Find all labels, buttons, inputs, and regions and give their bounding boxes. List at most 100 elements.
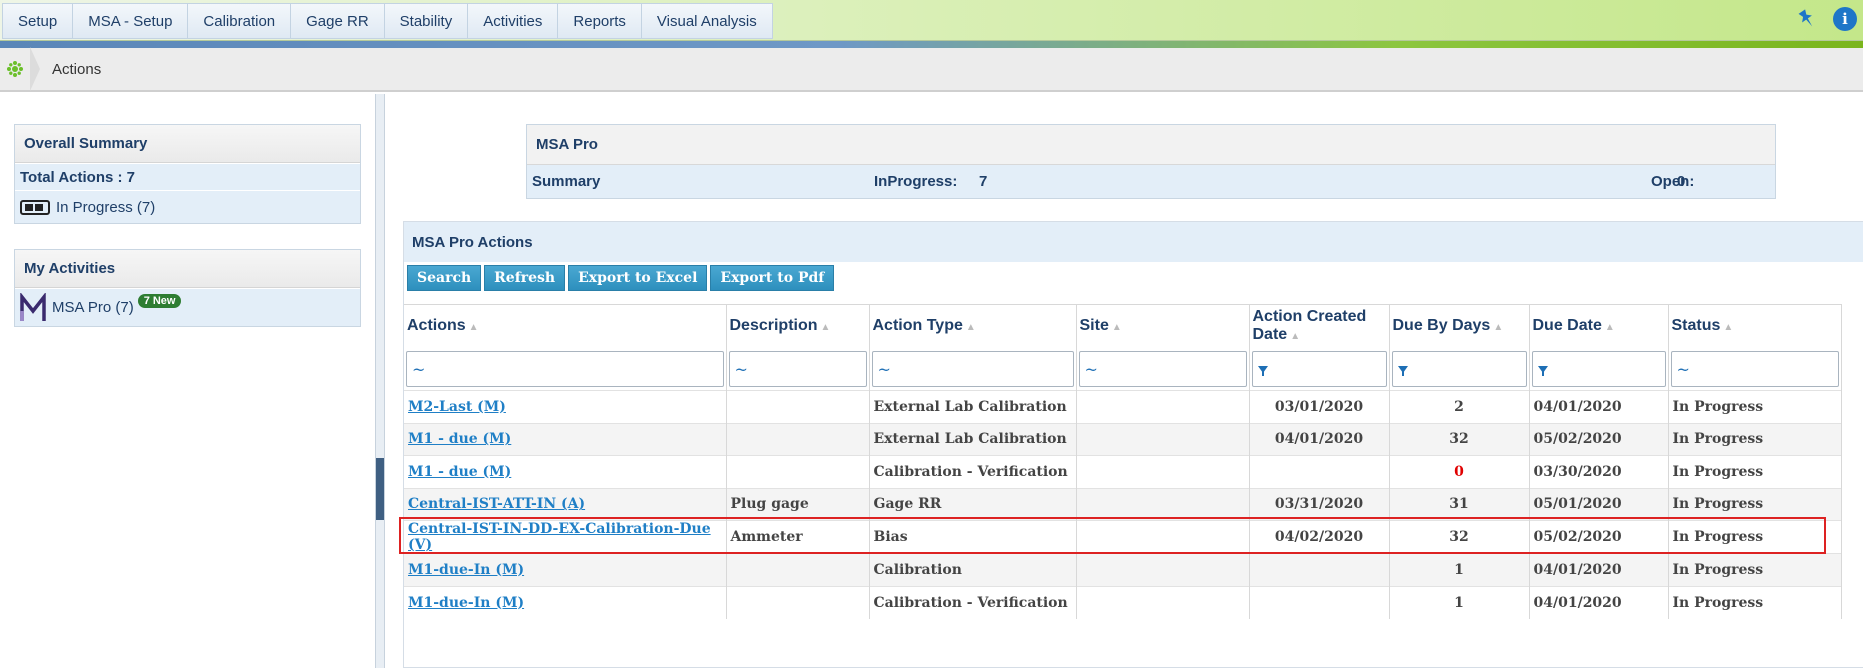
- cell-status: In Progress: [1668, 455, 1842, 488]
- filter-actions-input[interactable]: ~: [406, 351, 724, 388]
- tab-activities[interactable]: Activities: [468, 3, 559, 39]
- export-excel-button[interactable]: Export to Excel: [568, 265, 708, 291]
- filter-action-type-input[interactable]: ~: [871, 351, 1074, 388]
- filter-funnel-icon[interactable]: [1537, 365, 1548, 376]
- tab-setup[interactable]: Setup: [2, 3, 74, 39]
- table-row[interactable]: M1 - due (M) External Lab Calibration 04/0…: [404, 422, 1842, 456]
- col-description[interactable]: Description ▲: [726, 304, 870, 349]
- breadcrumb: Actions: [0, 47, 1863, 92]
- cell-status: In Progress: [1668, 585, 1842, 619]
- table-row[interactable]: M1-due-In (M) Calibration 1 04/01/2020 In Pr…: [404, 553, 1842, 586]
- table-row[interactable]: Central-IST-IN-DD-EX-Calibration-Due (V)…: [404, 520, 1842, 554]
- tab-reports[interactable]: Reports: [558, 3, 642, 39]
- header-stripe: [0, 41, 1863, 48]
- refresh-button[interactable]: Refresh: [484, 265, 566, 291]
- info-icon[interactable]: i: [1833, 7, 1857, 31]
- filter-site-input[interactable]: ~: [1078, 351, 1247, 388]
- sort-icon: ▲: [468, 321, 479, 333]
- filter-due-by-days-input[interactable]: [1391, 351, 1527, 388]
- search-button[interactable]: Search: [407, 265, 482, 291]
- action-link[interactable]: M1 - due (M): [408, 431, 511, 447]
- breadcrumb-separator: [30, 47, 40, 91]
- main-tabs: Setup MSA - Setup Calibration Gage RR St…: [2, 3, 773, 39]
- cell-action[interactable]: M1 - due (M): [404, 422, 727, 456]
- col-status[interactable]: Status ▲: [1668, 304, 1842, 349]
- cell-action[interactable]: M1-due-In (M): [404, 585, 727, 619]
- cell-site: [1076, 455, 1250, 488]
- col-actions[interactable]: Actions ▲: [404, 304, 727, 349]
- breadcrumb-current: Actions: [52, 60, 102, 78]
- action-link[interactable]: Central-IST-ATT-IN (A): [408, 496, 585, 512]
- sort-icon: ▲: [1604, 321, 1615, 333]
- action-link[interactable]: Central-IST-IN-DD-EX-Calibration-Due (V): [408, 521, 711, 553]
- table-row[interactable]: M1-due-In (M) Calibration - Verification 1…: [404, 585, 1842, 619]
- cell-action[interactable]: Central-IST-IN-DD-EX-Calibration-Due (V): [404, 520, 727, 554]
- left-pane: Overall Summary Total Actions : 7 In Pro…: [0, 94, 375, 668]
- top-nav-bar: Setup MSA - Setup Calibration Gage RR St…: [0, 0, 1863, 41]
- table-row[interactable]: M2-Last (M) External Lab Calibration 03/01…: [404, 390, 1842, 423]
- cell-action-type: Calibration - Verification: [869, 585, 1077, 619]
- col-due-date[interactable]: Due Date ▲: [1529, 304, 1669, 349]
- tab-gage-rr[interactable]: Gage RR: [291, 3, 385, 39]
- pin-icon[interactable]: [1795, 7, 1819, 31]
- sort-icon: ▲: [1290, 330, 1301, 342]
- col-due-by-days[interactable]: Due By Days ▲: [1389, 304, 1530, 349]
- cell-action[interactable]: Central-IST-ATT-IN (A): [404, 487, 727, 521]
- cell-action[interactable]: M2-Last (M): [404, 390, 727, 423]
- cell-action-type: External Lab Calibration: [869, 422, 1077, 456]
- cell-site: [1076, 487, 1250, 521]
- msa-pro-logo-icon: [20, 292, 46, 321]
- cell-due-date: 04/01/2020: [1529, 585, 1669, 619]
- filter-created-date-input[interactable]: [1251, 351, 1387, 388]
- tab-stability[interactable]: Stability: [384, 3, 469, 39]
- tab-msa-setup[interactable]: MSA - Setup: [73, 3, 189, 39]
- filter-funnel-icon[interactable]: [1257, 365, 1268, 376]
- cell-status: In Progress: [1668, 422, 1842, 456]
- col-action-type[interactable]: Action Type ▲: [869, 304, 1077, 349]
- home-icon[interactable]: [0, 47, 30, 91]
- sort-icon: ▲: [1493, 321, 1504, 333]
- actions-panel: MSA Pro Actions Search Refresh Export to…: [403, 221, 1863, 668]
- actions-toolbar: Search Refresh Export to Excel Export to…: [407, 265, 835, 291]
- filter-funnel-icon[interactable]: [1397, 365, 1408, 376]
- cell-description: [726, 553, 870, 586]
- summary-label: Summary: [532, 173, 601, 190]
- cell-site: [1076, 553, 1250, 586]
- cell-status: In Progress: [1668, 553, 1842, 586]
- total-actions: Total Actions : 7: [15, 163, 360, 190]
- cell-description: [726, 390, 870, 423]
- filter-due-date-input[interactable]: [1531, 351, 1666, 388]
- export-pdf-button[interactable]: Export to Pdf: [710, 265, 835, 291]
- in-progress-row[interactable]: In Progress (7): [15, 190, 360, 223]
- filter-status-input[interactable]: ~: [1670, 351, 1839, 388]
- cell-created-date: [1249, 455, 1390, 488]
- summary-row: Summary InProgress: 7 Open: 0: [527, 165, 1775, 198]
- msa-pro-activity[interactable]: MSA Pro (7) 7 New: [15, 288, 360, 326]
- sort-icon: ▲: [965, 321, 976, 333]
- cell-action[interactable]: M1-due-In (M): [404, 553, 727, 586]
- filter-description-input[interactable]: ~: [728, 351, 867, 388]
- action-link[interactable]: M1-due-In (M): [408, 562, 524, 578]
- cell-action[interactable]: M1 - due (M): [404, 455, 727, 488]
- cell-due-date: 05/01/2020: [1529, 487, 1669, 521]
- cell-action-type: Bias: [869, 520, 1077, 554]
- tab-calibration[interactable]: Calibration: [188, 3, 292, 39]
- action-link[interactable]: M1-due-In (M): [408, 595, 524, 611]
- pane-splitter[interactable]: [375, 94, 385, 668]
- inprogress-label: InProgress:: [874, 173, 958, 190]
- action-link[interactable]: M2-Last (M): [408, 399, 506, 415]
- cell-due-by-days: 1: [1389, 553, 1530, 586]
- action-link[interactable]: M1 - due (M): [408, 464, 511, 480]
- splitter-grip[interactable]: [376, 458, 384, 520]
- cell-created-date: 04/02/2020: [1249, 520, 1390, 554]
- tab-visual-analysis[interactable]: Visual Analysis: [641, 3, 773, 39]
- my-activities-title: My Activities: [15, 250, 360, 288]
- cell-due-by-days: 32: [1389, 422, 1530, 456]
- col-site[interactable]: Site ▲: [1076, 304, 1250, 349]
- table-row[interactable]: Central-IST-ATT-IN (A) Plug gage Gage RR 03…: [404, 487, 1842, 521]
- col-action-created-date[interactable]: Action Created Date ▲: [1249, 304, 1390, 349]
- actions-title: MSA Pro Actions: [404, 222, 1863, 262]
- cell-due-by-days: 31: [1389, 487, 1530, 521]
- table-row[interactable]: M1 - due (M) Calibration - Verification 0 0…: [404, 455, 1842, 488]
- in-progress-label: In Progress (7): [56, 198, 156, 216]
